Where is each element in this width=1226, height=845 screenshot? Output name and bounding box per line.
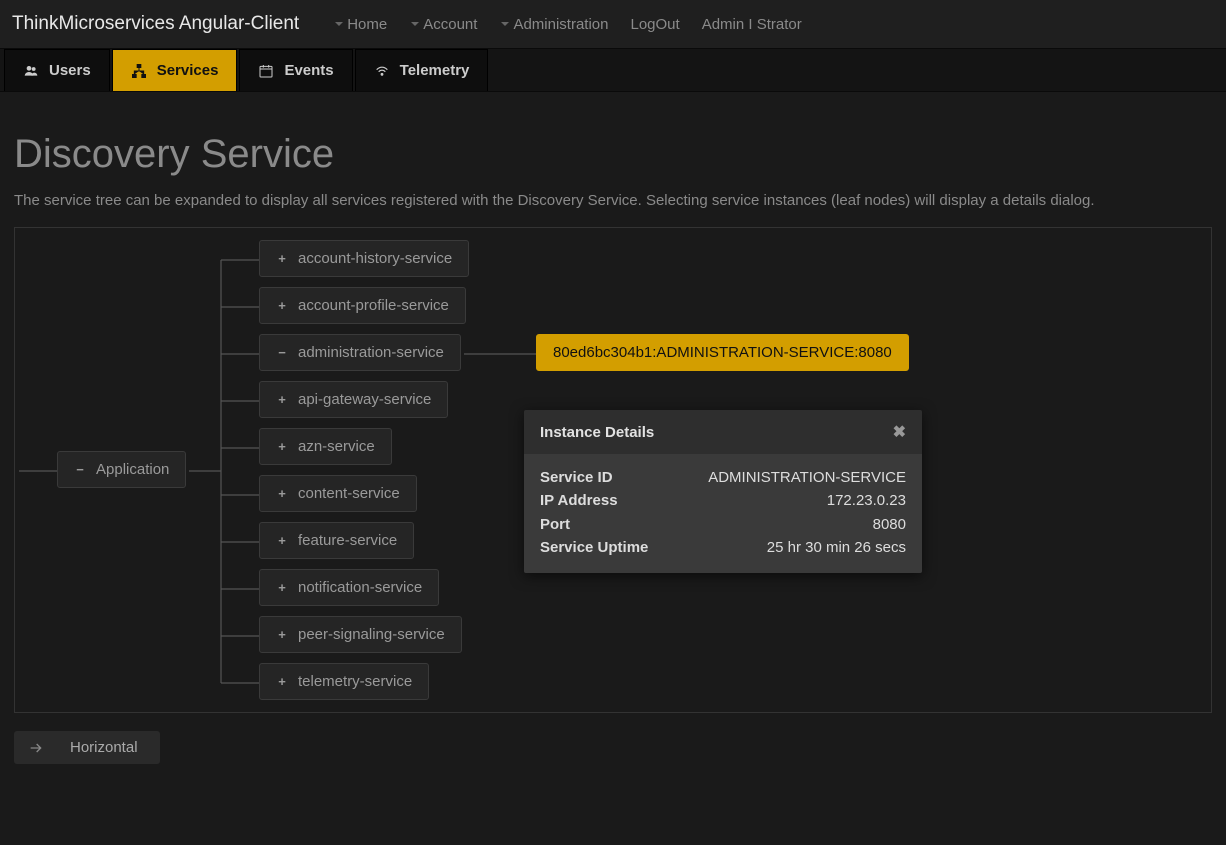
service-node[interactable]: + content-service bbox=[259, 475, 417, 512]
calendar-icon bbox=[258, 63, 274, 79]
service-node[interactable]: + peer-signaling-service bbox=[259, 616, 462, 653]
nav-username[interactable]: Admin I Strator bbox=[692, 10, 812, 39]
chevron-down-icon bbox=[335, 22, 343, 26]
tab-services-label: Services bbox=[157, 62, 219, 79]
detail-value: ADMINISTRATION-SERVICE bbox=[708, 466, 906, 489]
service-label: api-gateway-service bbox=[298, 391, 431, 408]
service-node[interactable]: + api-gateway-service bbox=[259, 381, 448, 418]
page-description: The service tree can be expanded to disp… bbox=[14, 192, 1212, 209]
nav-home-label: Home bbox=[347, 16, 387, 33]
orientation-toggle-button[interactable]: Horizontal bbox=[14, 731, 160, 764]
service-label: feature-service bbox=[298, 532, 397, 549]
detail-row: IP Address 172.23.0.23 bbox=[540, 489, 906, 512]
plus-icon: + bbox=[276, 533, 288, 548]
detail-value: 25 hr 30 min 26 secs bbox=[767, 536, 906, 559]
tab-services[interactable]: Services bbox=[112, 49, 238, 91]
service-node[interactable]: + notification-service bbox=[259, 569, 439, 606]
minus-icon: − bbox=[276, 345, 288, 360]
wifi-icon bbox=[374, 63, 390, 79]
nav-logout[interactable]: LogOut bbox=[620, 10, 689, 39]
nav-logout-label: LogOut bbox=[630, 16, 679, 33]
nav-username-label: Admin I Strator bbox=[702, 16, 802, 33]
plus-icon: + bbox=[276, 298, 288, 313]
plus-icon: + bbox=[276, 580, 288, 595]
detail-key: Port bbox=[540, 513, 570, 536]
tree-root-node[interactable]: − Application bbox=[57, 451, 186, 488]
service-node[interactable]: + account-history-service bbox=[259, 240, 469, 277]
instance-label: 80ed6bc304b1:ADMINISTRATION-SERVICE:8080 bbox=[553, 344, 892, 361]
minus-icon: − bbox=[74, 462, 86, 477]
chevron-down-icon bbox=[501, 22, 509, 26]
plus-icon: + bbox=[276, 392, 288, 407]
service-label: azn-service bbox=[298, 438, 375, 455]
service-node[interactable]: + azn-service bbox=[259, 428, 392, 465]
service-label: notification-service bbox=[298, 579, 422, 596]
tab-users-label: Users bbox=[49, 62, 91, 79]
detail-value: 8080 bbox=[873, 513, 906, 536]
plus-icon: + bbox=[276, 486, 288, 501]
detail-row: Port 8080 bbox=[540, 513, 906, 536]
close-icon[interactable]: ✖ bbox=[893, 422, 906, 442]
nav-account[interactable]: Account bbox=[399, 10, 487, 39]
orientation-label: Horizontal bbox=[70, 739, 138, 756]
detail-key: IP Address bbox=[540, 489, 618, 512]
service-node[interactable]: + feature-service bbox=[259, 522, 414, 559]
nav-administration[interactable]: Administration bbox=[489, 10, 618, 39]
instance-details-dialog: Instance Details ✖ Service ID ADMINISTRA… bbox=[524, 410, 922, 573]
nav-administration-label: Administration bbox=[513, 16, 608, 33]
service-label: administration-service bbox=[298, 344, 444, 361]
page-title: Discovery Service bbox=[14, 132, 1212, 177]
tab-telemetry[interactable]: Telemetry bbox=[355, 49, 489, 91]
tree-wrap: − Application + account-history-service … bbox=[19, 240, 1207, 700]
tab-events-label: Events bbox=[284, 62, 333, 79]
dialog-title: Instance Details bbox=[540, 424, 654, 441]
service-label: telemetry-service bbox=[298, 673, 412, 690]
detail-row: Service Uptime 25 hr 30 min 26 secs bbox=[540, 536, 906, 559]
navbar: ThinkMicroservices Angular-Client Home A… bbox=[0, 0, 1226, 48]
tab-telemetry-label: Telemetry bbox=[400, 62, 470, 79]
plus-icon: + bbox=[276, 251, 288, 266]
brand: ThinkMicroservices Angular-Client bbox=[12, 13, 299, 35]
tab-users[interactable]: Users bbox=[4, 49, 110, 91]
users-icon bbox=[23, 63, 39, 79]
content: Discovery Service The service tree can b… bbox=[0, 92, 1226, 778]
detail-key: Service Uptime bbox=[540, 536, 648, 559]
service-label: peer-signaling-service bbox=[298, 626, 445, 643]
detail-key: Service ID bbox=[540, 466, 613, 489]
plus-icon: + bbox=[276, 627, 288, 642]
service-label: account-profile-service bbox=[298, 297, 449, 314]
arrow-right-icon bbox=[28, 740, 44, 756]
service-label: account-history-service bbox=[298, 250, 452, 267]
dialog-body: Service ID ADMINISTRATION-SERVICE IP Add… bbox=[524, 454, 922, 573]
chevron-down-icon bbox=[411, 22, 419, 26]
service-node[interactable]: + account-profile-service bbox=[259, 287, 466, 324]
instance-node[interactable]: 80ed6bc304b1:ADMINISTRATION-SERVICE:8080 bbox=[536, 334, 909, 371]
nav-home[interactable]: Home bbox=[323, 10, 397, 39]
plus-icon: + bbox=[276, 439, 288, 454]
sitemap-icon bbox=[131, 63, 147, 79]
dialog-header: Instance Details ✖ bbox=[524, 410, 922, 454]
nav-links: Home Account Administration LogOut Admin… bbox=[323, 10, 812, 39]
tree-panel: − Application + account-history-service … bbox=[14, 227, 1212, 713]
detail-row: Service ID ADMINISTRATION-SERVICE bbox=[540, 466, 906, 489]
detail-value: 172.23.0.23 bbox=[827, 489, 906, 512]
nav-account-label: Account bbox=[423, 16, 477, 33]
tree-root-label: Application bbox=[96, 461, 169, 478]
plus-icon: + bbox=[276, 674, 288, 689]
service-node[interactable]: + telemetry-service bbox=[259, 663, 429, 700]
tab-events[interactable]: Events bbox=[239, 49, 352, 91]
service-label: content-service bbox=[298, 485, 400, 502]
service-node-expanded[interactable]: − administration-service bbox=[259, 334, 461, 371]
tabstrip: Users Services Events Telemetry bbox=[0, 48, 1226, 92]
